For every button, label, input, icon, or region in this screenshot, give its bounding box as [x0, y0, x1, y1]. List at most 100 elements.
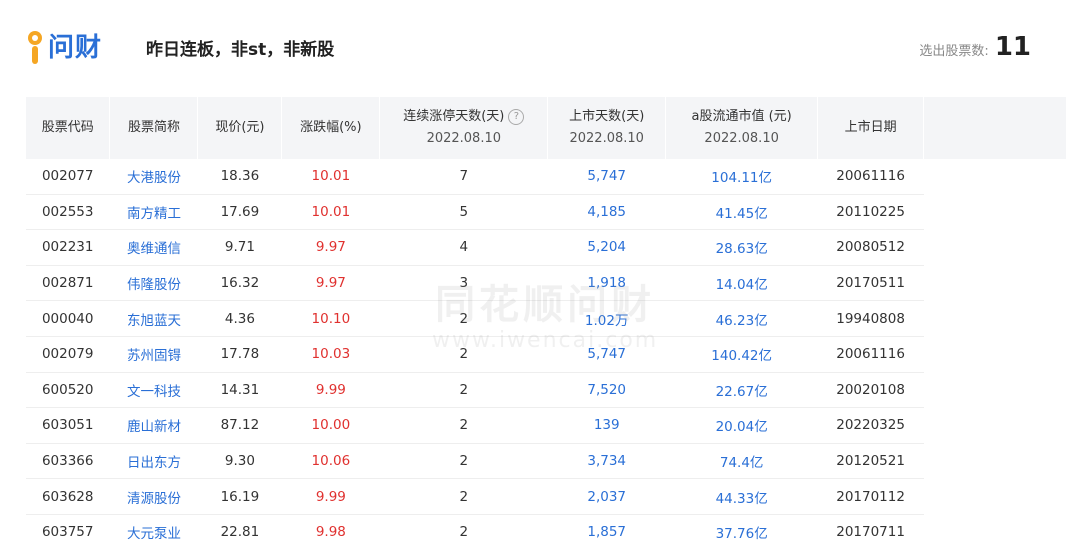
result-count-label: 选出股票数: [919, 44, 989, 59]
table-row[interactable]: 002871 伟隆股份 16.32 9.97 3 1,918 14.04亿 20170511 [26, 265, 1066, 302]
table-row[interactable]: 002077 大港股份 18.36 10.01 7 5,747 104.11亿 2006111… [26, 159, 1066, 195]
cell-price: 4.36 [197, 300, 283, 337]
cell-cap[interactable]: 140.42亿 [665, 336, 819, 373]
col-header-code[interactable]: 股票代码 [26, 97, 111, 159]
cell-cap[interactable]: 104.11亿 [665, 159, 819, 195]
cell-filler [923, 159, 1066, 195]
col-header-streak-line: 连续涨停天数(天)? [386, 106, 541, 128]
cell-code: 002079 [26, 336, 111, 373]
cell-days[interactable]: 139 [547, 407, 667, 444]
cell-chg: 10.06 [281, 443, 381, 480]
cell-filler [923, 300, 1066, 337]
cell-name[interactable]: 苏州固锝 [109, 336, 199, 373]
cell-days[interactable]: 7,520 [547, 372, 667, 409]
table-row[interactable]: 002553 南方精工 17.69 10.01 5 4,185 41.45亿 20110225 [26, 194, 1066, 231]
table-row[interactable]: 000040 东旭蓝天 4.36 10.10 2 1.02万 46.23亿 19940808 [26, 300, 1066, 337]
col-header-days-label: 上市天数(天) [569, 109, 645, 124]
col-header-listdate[interactable]: 上市日期 [817, 97, 925, 159]
cell-name[interactable]: 大元泵业 [109, 514, 199, 545]
cell-name[interactable]: 鹿山新材 [109, 407, 199, 444]
cell-days[interactable]: 1.02万 [547, 300, 667, 337]
cell-name[interactable]: 大港股份 [109, 159, 199, 195]
cell-listdate: 20170511 [817, 265, 925, 302]
cell-name[interactable]: 清源股份 [109, 478, 199, 515]
col-header-days[interactable]: 上市天数(天) 2022.08.10 [547, 97, 667, 159]
cell-cap[interactable]: 20.04亿 [665, 407, 819, 444]
cell-cap[interactable]: 44.33亿 [665, 478, 819, 515]
table-row[interactable]: 002231 奥维通信 9.71 9.97 4 5,204 28.63亿 20080512 [26, 229, 1066, 266]
col-header-cap[interactable]: a股流通市值 (元) 2022.08.10 [665, 97, 819, 159]
cell-name[interactable]: 东旭蓝天 [109, 300, 199, 337]
cell-chg: 9.97 [281, 265, 381, 302]
col-header-streak[interactable]: 连续涨停天数(天)? 2022.08.10 [379, 97, 549, 159]
cell-name[interactable]: 日出东方 [109, 443, 199, 480]
cell-chg: 10.10 [281, 300, 381, 337]
cell-price: 9.30 [197, 443, 283, 480]
col-header-chg-label: 涨跌幅(%) [300, 120, 362, 135]
page: 问财 昨日连板，非st，非新股 选出股票数: 11 股票代码 股票简称 现价(元… [0, 0, 1089, 545]
cell-cap[interactable]: 14.04亿 [665, 265, 819, 302]
cell-chg: 9.97 [281, 229, 381, 266]
results-table: 股票代码 股票简称 现价(元) 涨跌幅(%) 连续涨停天数(天)? 2022.0… [26, 97, 1066, 545]
cell-price: 22.81 [197, 514, 283, 545]
cell-cap[interactable]: 22.67亿 [665, 372, 819, 409]
cell-name[interactable]: 奥维通信 [109, 229, 199, 266]
cell-cap[interactable]: 41.45亿 [665, 194, 819, 231]
cell-price: 9.71 [197, 229, 283, 266]
cell-filler [923, 443, 1066, 479]
cell-price: 18.36 [197, 159, 283, 195]
table-row[interactable]: 600520 文一科技 14.31 9.99 2 7,520 22.67亿 20020108 [26, 372, 1066, 409]
cell-filler [923, 372, 1066, 408]
results-table-wrap: 股票代码 股票简称 现价(元) 涨跌幅(%) 连续涨停天数(天)? 2022.0… [26, 97, 1066, 545]
cell-days[interactable]: 2,037 [547, 478, 667, 515]
col-header-filler [923, 97, 1066, 159]
cell-listdate: 19940808 [817, 300, 925, 337]
result-count: 选出股票数: 11 [919, 32, 1031, 62]
cell-filler [923, 265, 1066, 301]
cell-code: 002231 [26, 229, 111, 266]
table-row[interactable]: 002079 苏州固锝 17.78 10.03 2 5,747 140.42亿 2006111… [26, 336, 1066, 373]
cell-price: 16.19 [197, 478, 283, 515]
cell-listdate: 20170112 [817, 478, 925, 515]
cell-days[interactable]: 5,747 [547, 159, 667, 195]
cell-days[interactable]: 1,918 [547, 265, 667, 302]
col-header-days-date: 2022.08.10 [569, 131, 644, 146]
cell-chg: 10.01 [281, 194, 381, 231]
cell-code: 002077 [26, 159, 111, 195]
col-header-price[interactable]: 现价(元) [197, 97, 283, 159]
cell-filler [923, 407, 1066, 444]
logo[interactable]: 问财 [24, 28, 102, 68]
cell-days[interactable]: 5,204 [547, 229, 667, 266]
col-header-name-label: 股票简称 [127, 120, 180, 135]
cell-listdate: 20120521 [817, 443, 925, 480]
cell-code: 603757 [26, 514, 111, 545]
cell-code: 600520 [26, 372, 111, 409]
cell-days[interactable]: 3,734 [547, 443, 667, 480]
cell-days[interactable]: 4,185 [547, 194, 667, 231]
table-row[interactable]: 603051 鹿山新材 87.12 10.00 2 139 20.04亿 20220325 [26, 407, 1066, 444]
cell-cap[interactable]: 37.76亿 [665, 514, 819, 545]
cell-cap[interactable]: 46.23亿 [665, 300, 819, 337]
col-header-name[interactable]: 股票简称 [109, 97, 199, 159]
col-header-code-label: 股票代码 [41, 120, 94, 135]
table-row[interactable]: 603366 日出东方 9.30 10.06 2 3,734 74.4亿 20120521 [26, 443, 1066, 480]
table-row[interactable]: 603628 清源股份 16.19 9.99 2 2,037 44.33亿 20170112 [26, 478, 1066, 515]
cell-chg: 10.00 [281, 407, 381, 444]
cell-name[interactable]: 文一科技 [109, 372, 199, 409]
cell-listdate: 20061116 [817, 336, 925, 373]
cell-chg: 9.99 [281, 372, 381, 409]
cell-listdate: 20080512 [817, 229, 925, 266]
cell-days[interactable]: 1,857 [547, 514, 667, 545]
cell-name[interactable]: 南方精工 [109, 194, 199, 231]
cell-days[interactable]: 5,747 [547, 336, 667, 373]
cell-cap[interactable]: 74.4亿 [665, 443, 819, 480]
cell-cap[interactable]: 28.63亿 [665, 229, 819, 266]
cell-code: 603366 [26, 443, 111, 480]
cell-chg: 9.99 [281, 478, 381, 515]
cell-name[interactable]: 伟隆股份 [109, 265, 199, 302]
col-header-listdate-label: 上市日期 [844, 120, 897, 135]
question-circle-icon[interactable]: ? [508, 108, 525, 125]
col-header-chg[interactable]: 涨跌幅(%) [281, 97, 381, 159]
cell-listdate: 20020108 [817, 372, 925, 409]
table-row[interactable]: 603757 大元泵业 22.81 9.98 2 1,857 37.76亿 20170711 [26, 514, 1066, 545]
